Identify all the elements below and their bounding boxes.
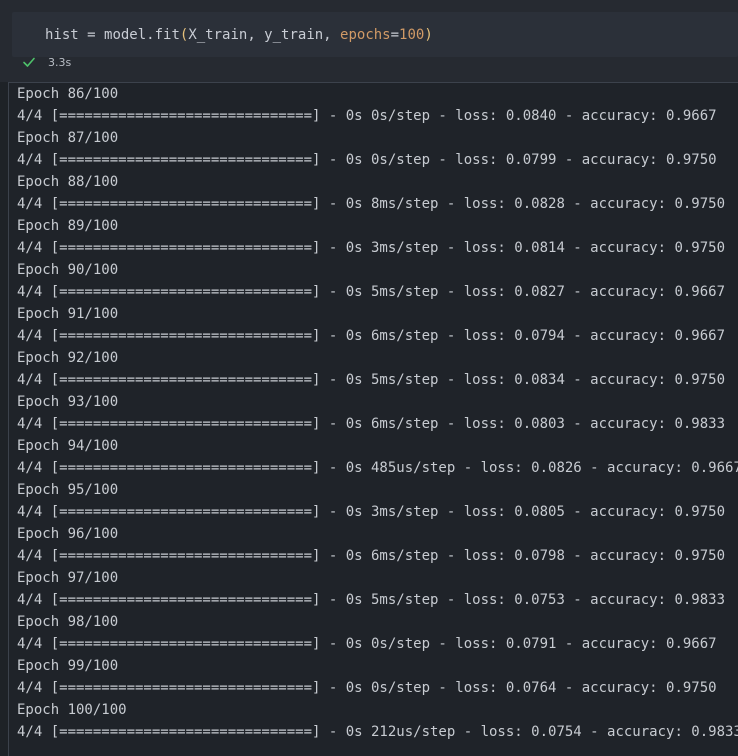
epoch-progress-line: 4/4 [==============================] - 0…	[17, 680, 717, 696]
notebook-page: hist = model.fit(X_train, y_train, epoch…	[0, 0, 738, 756]
epoch-header-line: Epoch 88/100	[17, 174, 119, 190]
epoch-header-line: Epoch 89/100	[17, 218, 119, 234]
check-icon	[23, 57, 35, 67]
epoch-header-line: Epoch 98/100	[17, 614, 119, 630]
epoch-progress-line: 4/4 [==============================] - 0…	[17, 636, 717, 652]
execution-status: 3.3s	[22, 53, 71, 71]
epoch-header-line: Epoch 94/100	[17, 438, 119, 454]
epoch-progress-line: 4/4 [==============================] - 0…	[17, 284, 726, 300]
cell-output[interactable]: Epoch 86/100 4/4 [=======================…	[8, 82, 738, 756]
epoch-progress-line: 4/4 [==============================] - 0…	[17, 460, 738, 476]
code-token-kwarg-eq: =	[390, 27, 400, 43]
epoch-header-line: Epoch 95/100	[17, 482, 119, 498]
epoch-progress-line: 4/4 [==============================] - 0…	[17, 372, 726, 388]
epoch-header-line: Epoch 97/100	[17, 570, 119, 586]
code-token-close-paren: )	[424, 27, 433, 43]
epoch-header-line: Epoch 86/100	[17, 86, 119, 102]
code-cell[interactable]: hist = model.fit(X_train, y_train, epoch…	[0, 0, 738, 82]
epoch-progress-line: 4/4 [==============================] - 0…	[17, 108, 717, 124]
epoch-header-line: Epoch 100/100	[17, 702, 127, 718]
epoch-progress-line: 4/4 [==============================] - 0…	[17, 592, 726, 608]
epoch-header-line: Epoch 87/100	[17, 130, 119, 146]
code-editor[interactable]: hist = model.fit(X_train, y_train, epoch…	[12, 12, 738, 57]
epoch-header-line: Epoch 91/100	[17, 306, 119, 322]
execution-time: 3.3s	[48, 55, 72, 69]
epoch-progress-line: 4/4 [==============================] - 0…	[17, 328, 726, 344]
code-token-args: X_train, y_train,	[188, 27, 341, 43]
code-token-kwarg: epochs	[340, 27, 391, 43]
code-line[interactable]: hist = model.fit(X_train, y_train, epoch…	[45, 26, 433, 44]
output-lines: Epoch 86/100 4/4 [=======================…	[17, 83, 738, 743]
code-token-variable: hist	[45, 27, 79, 43]
epoch-progress-line: 4/4 [==============================] - 0…	[17, 416, 726, 432]
code-token-number: 100	[399, 27, 425, 43]
epoch-header-line: Epoch 90/100	[17, 262, 119, 278]
epoch-progress-line: 4/4 [==============================] - 0…	[17, 504, 726, 520]
epoch-progress-line: 4/4 [==============================] - 0…	[17, 548, 726, 564]
code-token-call: model.fit	[104, 27, 180, 43]
epoch-progress-line: 4/4 [==============================] - 0…	[17, 240, 726, 256]
epoch-progress-line: 4/4 [==============================] - 0…	[17, 724, 738, 740]
epoch-header-line: Epoch 99/100	[17, 658, 119, 674]
epoch-header-line: Epoch 93/100	[17, 394, 119, 410]
epoch-header-line: Epoch 96/100	[17, 526, 119, 542]
epoch-header-line: Epoch 92/100	[17, 350, 119, 366]
epoch-progress-line: 4/4 [==============================] - 0…	[17, 152, 717, 168]
epoch-progress-line: 4/4 [==============================] - 0…	[17, 196, 726, 212]
code-token-assign: =	[78, 27, 105, 43]
